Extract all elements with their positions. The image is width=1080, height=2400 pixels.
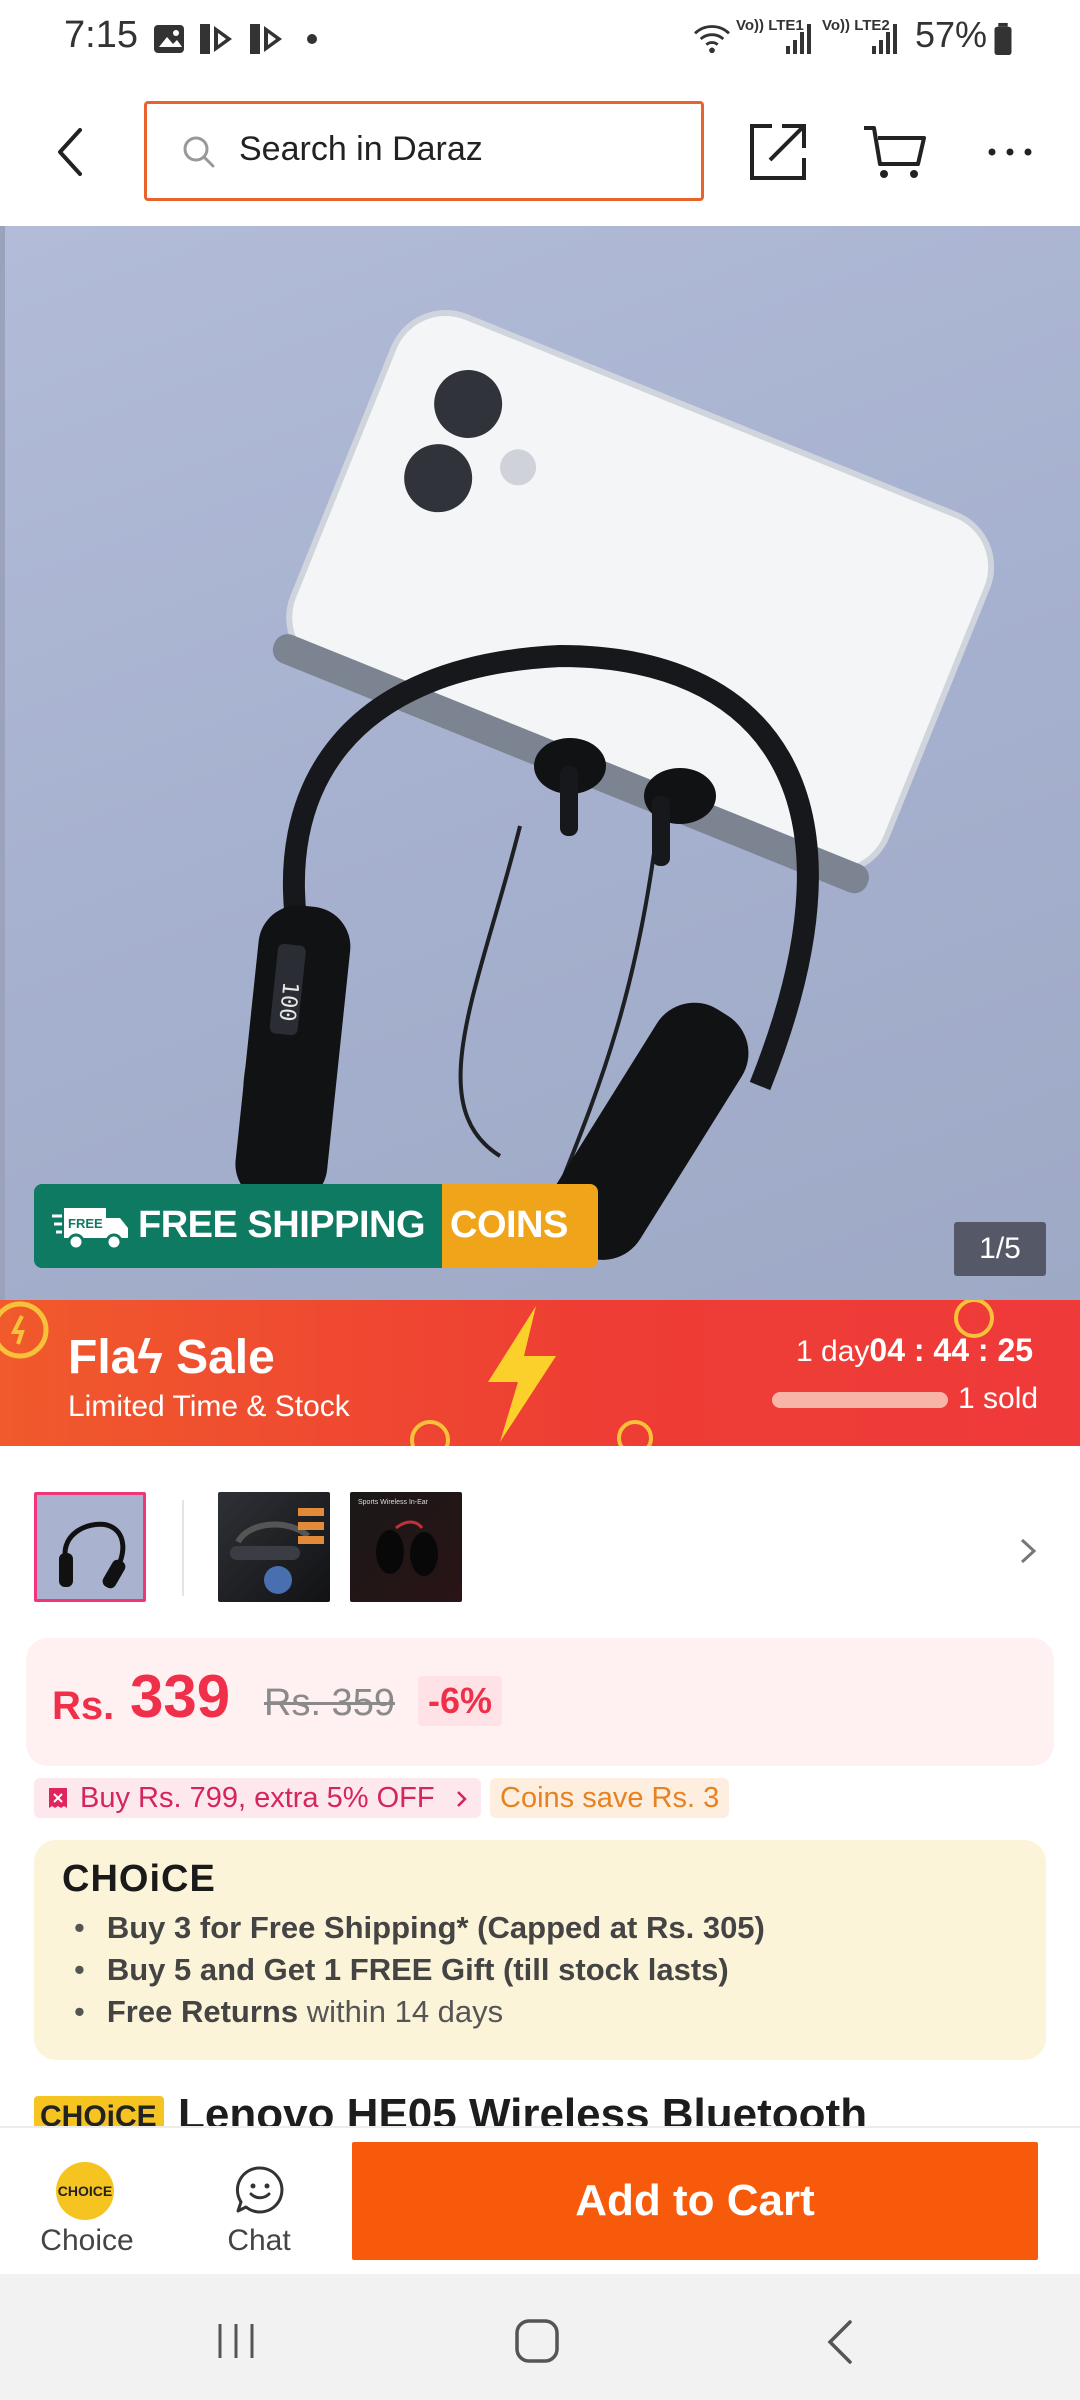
more-icon[interactable] [980,120,1044,184]
alarm-clock-icon [410,1420,450,1446]
thumbnail-divider [182,1500,184,1596]
add-to-cart-button[interactable]: Add to Cart [352,2142,1038,2260]
coins-label: COINS [450,1204,568,1246]
chevron-right-icon [456,1791,467,1807]
price-card: Rs. 339 Rs. 359 -6% [26,1638,1054,1766]
signal-icon [872,24,897,54]
svg-text:FREE: FREE [68,1216,103,1231]
choice-benefits-card[interactable]: CHOiCE Buy 3 for Free Shipping* (Capped … [34,1840,1046,2060]
search-icon [183,136,215,168]
chevron-right-icon[interactable] [1016,1536,1040,1566]
search-input[interactable]: Search in Daraz [144,101,704,201]
battery-percent: 57% [915,14,988,55]
battery-icon [994,22,1012,56]
cart-icon[interactable] [862,120,926,184]
free-shipping-label: FREE SHIPPING [138,1204,426,1246]
share-icon[interactable] [746,120,810,184]
sold-count: 1 sold [958,1382,1039,1415]
timer-days: 1 day [796,1335,870,1368]
more-notifications-dot-icon [307,34,317,44]
back-arrow-icon[interactable] [40,110,104,194]
status-bar: 7:15 Vo)) LTE1 Vo)) LTE2 57% [0,0,1080,78]
signal-icon [786,24,811,54]
choice-benefit-3: Free Returns within 14 days [74,1994,503,2030]
product-image-carousel[interactable]: 100 FREE FREE SHIPPING COINS 1/5 [0,226,1080,1300]
alarm-clock-icon [617,1420,653,1446]
timer-clock: 04 : 44 : 25 [869,1332,1034,1368]
search-placeholder: Search in Daraz [239,130,483,168]
app-notification-icon [200,24,232,54]
delivery-truck-icon: FREE [52,1208,128,1251]
wifi-icon [694,25,730,54]
choice-nav-button[interactable]: CHOICE Choice [24,2162,150,2262]
choice-logo: CHOiCE [62,1858,216,1900]
sold-progress-bar [772,1392,948,1408]
chat-nav-button[interactable]: Chat [198,2162,320,2262]
voucher-icon [49,1788,67,1808]
deal-promo-text: Buy Rs. 799, extra 5% OFF [80,1782,435,1814]
status-time: 7:15 [64,14,138,56]
choice-benefit-2: Buy 5 and Get 1 FREE Gift (till stock la… [74,1952,729,1988]
thumbnail-earphones-image [230,1508,324,1594]
thumbnail-3[interactable]: Sports Wireless In-Ear [350,1492,462,1602]
product-title-row: CHOiCE Lenovo HE05 Wireless Bluetooth [0,2080,1080,2126]
chat-icon [235,2166,284,2214]
app-notification-icon [250,24,282,54]
gallery-icon [154,25,184,53]
image-counter: 1/5 [954,1222,1046,1276]
product-title: Lenovo HE05 Wireless Bluetooth [178,2090,868,2126]
choice-badge-text: CHOiCE [40,2100,157,2126]
free-shipping-coins-badge: FREE FREE SHIPPING COINS [34,1184,598,1268]
thumbnail-earphones-image [59,1521,126,1589]
recent-apps-icon[interactable] [212,2320,260,2362]
current-price: 339 [130,1663,231,1730]
lightning-bolt-icon [488,1306,556,1442]
choice-icon: CHOICE [56,2162,114,2220]
svg-text:Sports Wireless In-Ear: Sports Wireless In-Ear [358,1499,429,1506]
thumbnail-earphones-image: Sports Wireless In-Ear [358,1499,438,1576]
choice-nav-label: Choice [40,2224,134,2257]
thumbnail-1[interactable] [34,1492,146,1602]
countdown-timer: 1 day04 : 44 : 25 [796,1332,1033,1369]
thumbnail-strip [0,1446,1080,1606]
choice-badge: CHOiCE [34,2096,164,2126]
chat-nav-label: Chat [227,2224,291,2257]
system-back-icon[interactable] [822,2318,858,2366]
flash-sale-title: Flaϟ Sale [68,1331,275,1384]
home-icon[interactable] [512,2316,562,2366]
deal-promo-chip[interactable]: Buy Rs. 799, extra 5% OFF [34,1778,481,1818]
price-currency: Rs. [52,1684,115,1728]
alarm-clock-icon [0,1301,49,1359]
neckband-earphones-image: 100 [235,310,995,1260]
discount-badge: -6% [418,1676,503,1726]
coins-promo-chip[interactable]: Coins save Rs. 3 [490,1778,730,1818]
choice-benefit-1: Buy 3 for Free Shipping* (Capped at Rs. … [74,1910,765,1946]
thumbnail-2[interactable] [218,1492,330,1602]
original-price: Rs. 359 [264,1682,395,1724]
flash-sale-subtitle: Limited Time & Stock [68,1390,350,1423]
svg-text:100: 100 [273,980,302,1022]
flash-sale-banner[interactable]: Flaϟ Sale Limited Time & Stock 1 day04 :… [0,1300,1080,1446]
